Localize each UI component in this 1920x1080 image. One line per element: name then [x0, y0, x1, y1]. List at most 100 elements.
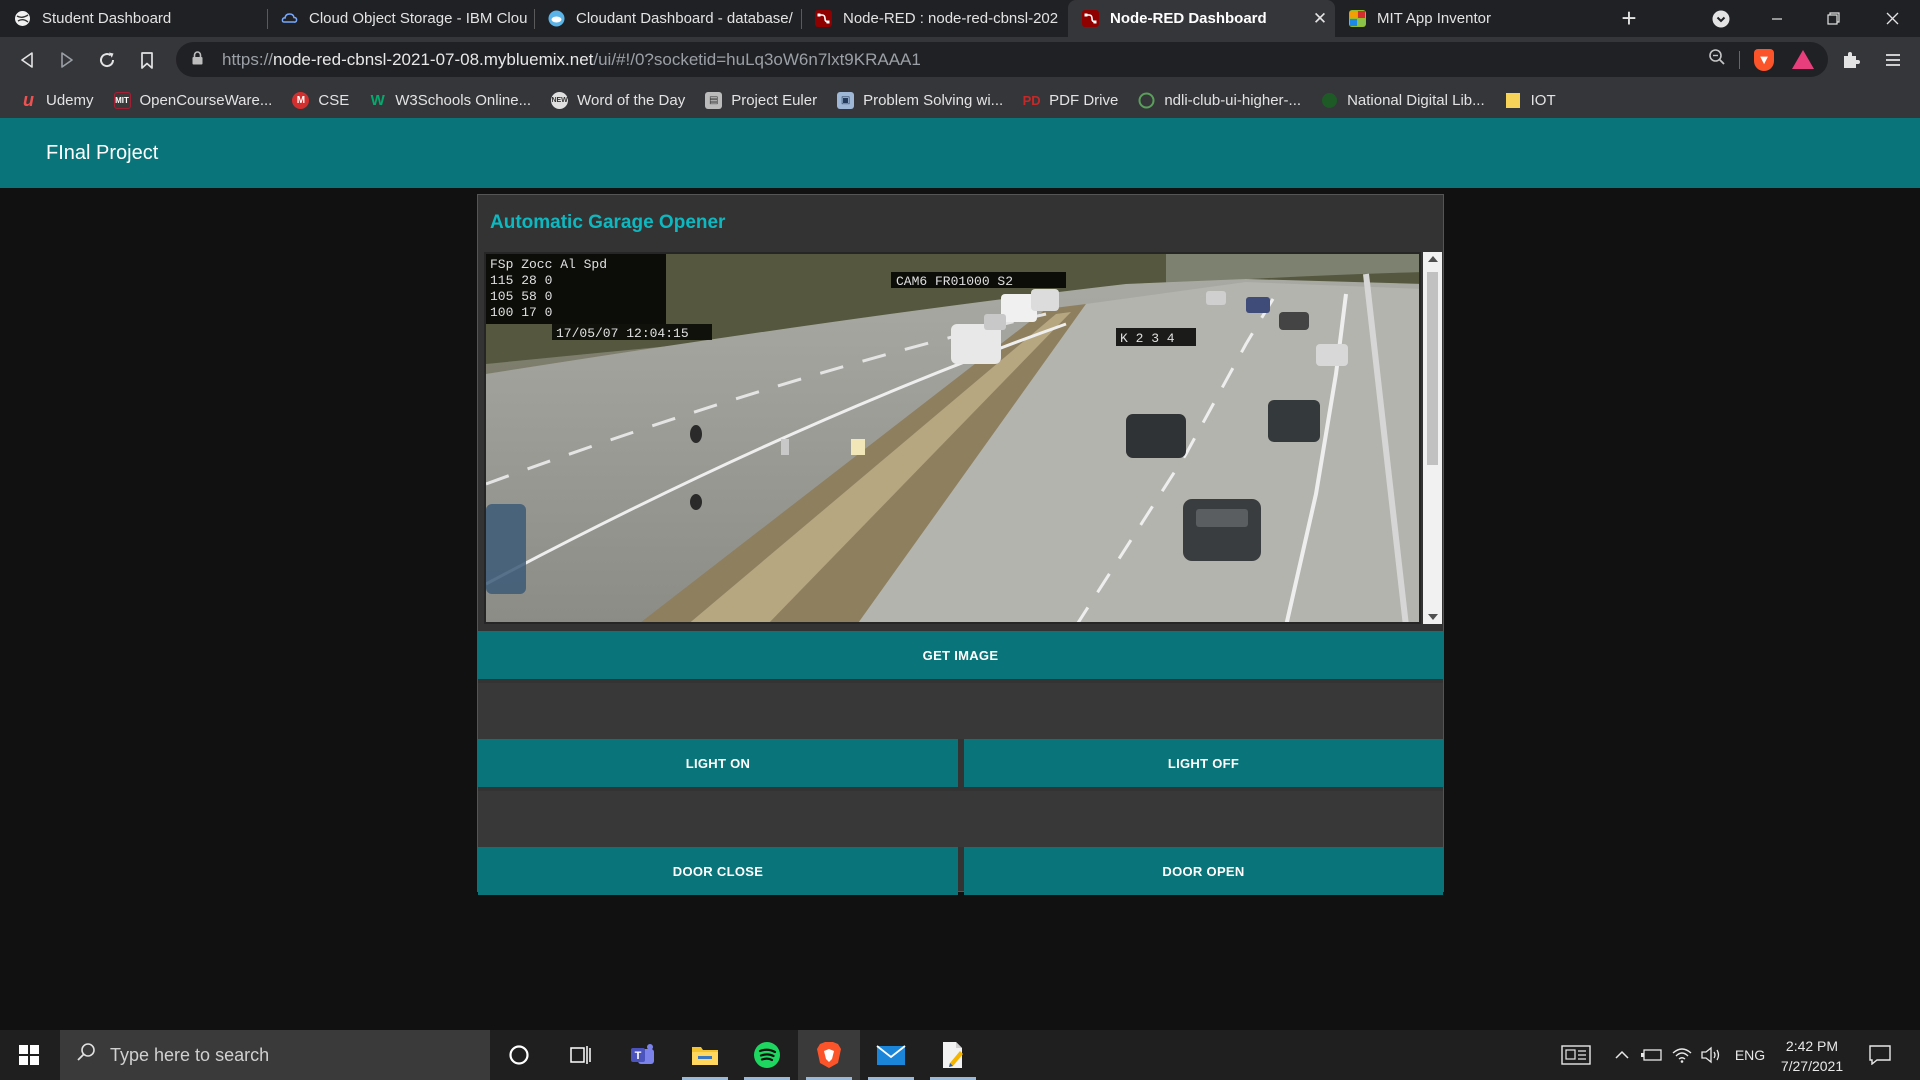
camera-counter: K 2 3 4 [1120, 331, 1175, 346]
cloudant-icon [548, 10, 565, 27]
url-host: node-red-cbnsl-2021-07-08.mybluemix.net [273, 49, 594, 69]
show-hidden-icons-chevron-up-icon[interactable] [1610, 1030, 1634, 1080]
taskbar-search[interactable]: Type here to search [60, 1030, 490, 1080]
restore-button[interactable] [1809, 0, 1857, 37]
start-button[interactable] [0, 1030, 58, 1080]
bookmark-ndli-club[interactable]: ndli-club-ui-higher-... [1138, 92, 1301, 109]
widget-spacer [478, 683, 1443, 739]
extensions-button[interactable] [1836, 45, 1866, 75]
lock-icon [192, 51, 212, 68]
brave-browser-app[interactable] [798, 1030, 860, 1080]
brave-rewards-icon[interactable] [1792, 50, 1814, 69]
system-clock[interactable]: 2:42 PM 7/27/2021 [1772, 1036, 1852, 1076]
tab-node-red-dashboard[interactable]: Node-RED Dashboard ✕ [1068, 0, 1335, 37]
notification-icon [1869, 1045, 1891, 1065]
url-scheme: https:// [222, 49, 274, 69]
action-center-news-icon[interactable] [1556, 1030, 1596, 1080]
camera-id-label: CAM6 FR01000 S2 [896, 274, 1013, 289]
svg-text:T: T [635, 1050, 642, 1062]
file-explorer-app[interactable] [674, 1030, 736, 1080]
bookmark-label: Problem Solving wi... [863, 92, 1004, 109]
camera-timestamp: 17/05/07 12:04:15 [556, 326, 689, 341]
camera-image: FSp Zocc Al Spd 115 28 0 105 58 0 100 17… [484, 252, 1421, 624]
scroll-up-arrow-icon[interactable] [1428, 256, 1438, 262]
teams-app[interactable]: T [612, 1030, 674, 1080]
image-scrollbar[interactable] [1423, 252, 1442, 624]
close-window-button[interactable] [1866, 0, 1918, 37]
tab-cloudant-dashboard[interactable]: Cloudant Dashboard - database/ [534, 0, 801, 37]
cortana-icon [509, 1045, 529, 1065]
volume-icon[interactable] [1698, 1030, 1724, 1080]
forward-button[interactable] [52, 45, 82, 75]
brave-shields-icon[interactable]: ▼ [1754, 48, 1774, 71]
tab-strip: Student Dashboard Cloud Object Storage -… [0, 0, 1920, 37]
light-on-button[interactable]: LIGHT ON [478, 739, 958, 787]
light-off-button[interactable]: LIGHT OFF [964, 739, 1443, 787]
bookmark-icon [141, 51, 153, 69]
bookmark-problem-solving[interactable]: ▣ Problem Solving wi... [837, 92, 1003, 109]
ndl-icon [1321, 92, 1338, 109]
bookmark-national-digital-library[interactable]: National Digital Lib... [1321, 92, 1485, 109]
tab-mit-app-inventor[interactable]: MIT App Inventor [1335, 0, 1600, 37]
paint-app[interactable] [922, 1030, 984, 1080]
back-icon [21, 52, 33, 68]
node-red-icon [815, 10, 832, 27]
tab-title: Student Dashboard [42, 10, 172, 27]
camera-overlay-row: 100 17 0 [490, 305, 552, 320]
bookmark-project-euler[interactable]: ▤ Project Euler [705, 92, 817, 109]
door-open-button[interactable]: DOOR OPEN [964, 847, 1443, 895]
document-pencil-icon [943, 1042, 963, 1068]
spotify-app[interactable] [736, 1030, 798, 1080]
problem-solving-icon: ▣ [837, 92, 855, 109]
task-view-button[interactable] [550, 1030, 612, 1080]
spotify-icon [754, 1042, 780, 1068]
door-close-button[interactable]: DOOR CLOSE [478, 847, 958, 895]
bookmark-iot[interactable]: IOT [1505, 92, 1556, 109]
cortana-button[interactable] [488, 1030, 550, 1080]
menu-button[interactable] [1878, 45, 1908, 75]
bookmark-opencourseware[interactable]: MIT OpenCourseWare... [113, 92, 272, 109]
get-image-button[interactable]: GET IMAGE [478, 631, 1443, 679]
bookmark-label: Udemy [46, 92, 94, 109]
address-bar[interactable]: https://node-red-cbnsl-2021-07-08.myblue… [176, 42, 1828, 77]
mail-app[interactable] [860, 1030, 922, 1080]
close-icon [1886, 12, 1898, 25]
node-red-icon [1082, 10, 1099, 27]
search-placeholder: Type here to search [110, 1044, 270, 1065]
tab-student-dashboard[interactable]: Student Dashboard [0, 0, 267, 37]
hamburger-menu-icon [1886, 54, 1900, 66]
word-of-day-icon: NEW [551, 92, 569, 109]
tab-node-red-editor[interactable]: Node-RED : node-red-cbnsl-202 [801, 0, 1068, 37]
widget-group-garage: Automatic Garage Opener FSp Zocc Al Spd … [477, 194, 1444, 895]
brave-icon [817, 1042, 841, 1068]
close-tab-icon[interactable]: ✕ [1305, 9, 1335, 29]
new-tab-button[interactable]: + [1611, 0, 1647, 37]
url-text[interactable]: https://node-red-cbnsl-2021-07-08.myblue… [222, 50, 921, 70]
zoom-icon[interactable] [1708, 48, 1726, 71]
bookmark-button[interactable] [132, 45, 162, 75]
bookmark-label: ndli-club-ui-higher-... [1164, 92, 1302, 109]
tab-ibm-cloud-object-storage[interactable]: Cloud Object Storage - IBM Clou [267, 0, 534, 37]
back-button[interactable] [12, 45, 42, 75]
bookmark-udemy[interactable]: u Udemy [20, 90, 94, 110]
search-icon [76, 1042, 100, 1068]
wifi-icon[interactable] [1670, 1030, 1694, 1080]
bookmark-cse[interactable]: M CSE [292, 92, 349, 109]
scroll-down-arrow-icon[interactable] [1428, 614, 1438, 620]
bookmark-label: W3Schools Online... [395, 92, 532, 109]
chevron-down-icon [1712, 10, 1730, 27]
scroll-thumb[interactable] [1427, 272, 1438, 465]
bookmark-pdf-drive[interactable]: PD PDF Drive [1023, 92, 1119, 109]
notification-center-button[interactable] [1860, 1030, 1900, 1080]
battery-icon[interactable] [1638, 1030, 1666, 1080]
highway-camera-image: FSp Zocc Al Spd 115 28 0 105 58 0 100 17… [486, 254, 1419, 622]
bookmark-w3schools[interactable]: W W3Schools Online... [369, 92, 532, 109]
minimize-icon [1772, 17, 1782, 20]
tab-search-button[interactable] [1706, 0, 1736, 37]
clock-date: 7/27/2021 [1780, 1058, 1844, 1074]
bookmark-word-of-the-day[interactable]: NEW Word of the Day [551, 92, 685, 109]
taskbar: Type here to search T ENG 2:42 PM 7/27/2… [0, 1030, 1920, 1080]
minimize-button[interactable] [1753, 0, 1801, 37]
language-indicator[interactable]: ENG [1730, 1030, 1770, 1080]
reload-button[interactable] [92, 45, 122, 75]
